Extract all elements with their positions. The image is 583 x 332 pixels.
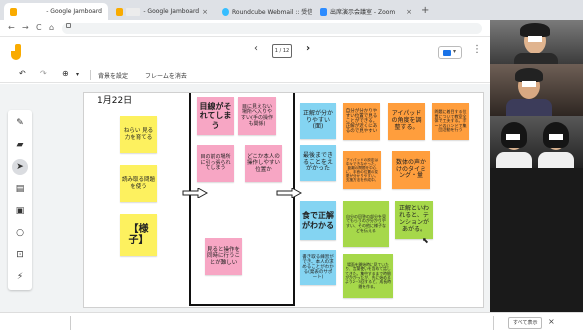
redaction-box	[522, 81, 536, 87]
video-tile-participant-3[interactable]	[490, 116, 583, 168]
sticky-note[interactable]: ねらい 見る力を育てる	[120, 116, 157, 153]
sticky-note[interactable]: アイパッドの設定は中々できなかった。距離の問題を中心に、手首の位置の変更が分かり…	[343, 151, 381, 189]
tab-label: - Google Jamboard	[46, 8, 102, 15]
present-icon	[443, 50, 451, 56]
show-all-button[interactable]: すべて表示	[508, 317, 543, 329]
sticky-note[interactable]: 食で正解がわかる	[300, 201, 336, 240]
redacted-tab-title	[20, 7, 44, 16]
sticky-note[interactable]: 最後まできることをえがかった	[300, 145, 336, 181]
sticky-note[interactable]: 数体の声かけのタイミング・量	[392, 151, 430, 189]
sticky-note[interactable]: 見ると操作を同時に行うことが難しい	[205, 238, 242, 275]
arrow-right-icon	[276, 188, 302, 198]
zoom-icon	[320, 7, 327, 16]
redacted-tab-title	[126, 7, 141, 16]
clear-frame-button[interactable]: フレームを消去	[145, 71, 187, 80]
jamboard-logo-icon	[11, 44, 23, 60]
zoom-panel-empty	[490, 168, 583, 312]
next-frame-button[interactable]: ›	[306, 43, 310, 54]
sticky-note[interactable]: アイパッドの角度を調整する。	[388, 103, 425, 140]
sticky-note[interactable]: どこか本人の操作しやすい位置か	[245, 145, 282, 182]
reload-button[interactable]: C	[36, 23, 42, 32]
toolbar-divider	[90, 70, 91, 80]
tab-label: Roundcube Webmail :: 受信箱	[232, 9, 312, 16]
text-box-icon[interactable]: ⊡	[12, 247, 28, 263]
screen: - Google Jamboard - Google Jamboard × Ro…	[0, 0, 583, 332]
chevron-down-icon: ▾	[453, 48, 457, 55]
laser-icon[interactable]: ⚡	[12, 269, 28, 285]
sticky-note[interactable]: 自分の回答の部分を見てもらうのが分かりやすい、その他に様子などを伝える	[343, 201, 389, 247]
more-options-icon[interactable]: ⋮	[472, 44, 482, 55]
column-divider	[189, 93, 191, 305]
mouse-pointer-icon: ⬉	[422, 236, 429, 245]
sticky-note[interactable]: 目の前の場所に引っ張られてしまう	[197, 145, 234, 182]
previous-frame-button[interactable]: ‹	[254, 43, 258, 54]
lock-icon	[66, 23, 71, 28]
url-field[interactable]	[62, 23, 482, 34]
sticky-note[interactable]: 問題に着目する位置について教室全体で工夫する。ボードのハンドで集団活動を行う	[432, 103, 469, 140]
browser-tab-jamboard-2[interactable]: - Google Jamboard ×	[110, 3, 214, 20]
date-label: 1月22日	[97, 96, 133, 106]
roundcube-icon	[222, 7, 229, 16]
sticky-note[interactable]: 正解が分かりやすい(面)	[300, 103, 336, 139]
video-tile-participant-2[interactable]	[490, 64, 583, 116]
sticky-note[interactable]: 【様子】	[120, 214, 157, 256]
sticky-note[interactable]: 読み取る問題を使う	[120, 165, 157, 202]
frame-bar-button[interactable]: 1 / 12	[272, 44, 292, 58]
image-icon[interactable]: ▣	[12, 203, 28, 219]
new-tab-button[interactable]: +	[421, 5, 429, 16]
jamboard-icon	[10, 7, 17, 16]
browser-tab-roundcube[interactable]: Roundcube Webmail :: 受信箱 ×	[216, 3, 312, 20]
browser-tab-strip: - Google Jamboard - Google Jamboard × Ro…	[0, 0, 583, 20]
arrow-right-icon	[182, 188, 208, 198]
zoom-icon[interactable]: ⊕	[62, 69, 69, 78]
eraser-icon[interactable]: ▰	[12, 137, 28, 153]
close-tab-icon[interactable]: ×	[202, 8, 208, 16]
tab-label: 出席演示会議室 - Zoom	[330, 9, 396, 16]
column-divider	[293, 93, 295, 305]
video-tile-participant-1[interactable]	[490, 20, 583, 64]
redaction-box	[506, 134, 520, 140]
jamboard-icon	[116, 7, 123, 16]
sticky-note[interactable]: 場面を開始時に見ていたり、言葉使いを含めて話してきた。集中するまで時間がかかった…	[343, 254, 393, 298]
close-tab-icon[interactable]: ×	[406, 8, 412, 16]
redaction-box	[528, 36, 542, 42]
browser-tab-zoom[interactable]: 出席演示会議室 - Zoom ×	[314, 3, 418, 20]
set-background-button[interactable]: 背景を設定	[98, 71, 128, 80]
sticky-note[interactable]: 自分が分かりやすい位置で見ることができる。正解が近くにあるので見やすい	[343, 103, 380, 140]
select-icon[interactable]: ➤	[12, 159, 28, 175]
close-icon[interactable]: ×	[548, 317, 555, 326]
tab-label: - Google Jamboard	[143, 8, 200, 15]
download-bar-area	[70, 316, 494, 330]
sticky-note[interactable]: 目に見えない場所へ入りやすい(手の操作も関係)	[238, 97, 276, 135]
sticky-note[interactable]: 書き取る練習ができ、本人の求めることがわかる(発表のサポート)	[300, 250, 336, 285]
download-bar: すべて表示 ×	[0, 312, 583, 332]
back-button[interactable]: ←	[8, 23, 15, 32]
browser-tab-jamboard-1[interactable]: - Google Jamboard	[4, 3, 108, 20]
sticky-note-icon[interactable]: ▤	[12, 181, 28, 197]
zoom-dropdown-icon[interactable]: ▾	[76, 71, 79, 78]
tool-sidebar: ✎ ▰ ➤ ▤ ▣ ○ ⊡ ⚡	[8, 110, 32, 290]
sticky-note[interactable]: 目線がそれてしまう	[197, 97, 234, 135]
pen-icon[interactable]: ✎	[12, 115, 28, 131]
column-bottom-line	[189, 304, 295, 306]
redo-button[interactable]: ↷	[40, 69, 47, 78]
undo-button[interactable]: ↶	[19, 69, 26, 78]
circle-icon[interactable]: ○	[12, 225, 28, 241]
home-button[interactable]: ⌂	[49, 23, 54, 32]
redaction-box	[549, 134, 563, 140]
sticky-note[interactable]: 正解といわれると、テンションがあがる。	[395, 201, 433, 239]
forward-button[interactable]: →	[22, 23, 29, 32]
present-button[interactable]: ▾	[438, 46, 462, 59]
